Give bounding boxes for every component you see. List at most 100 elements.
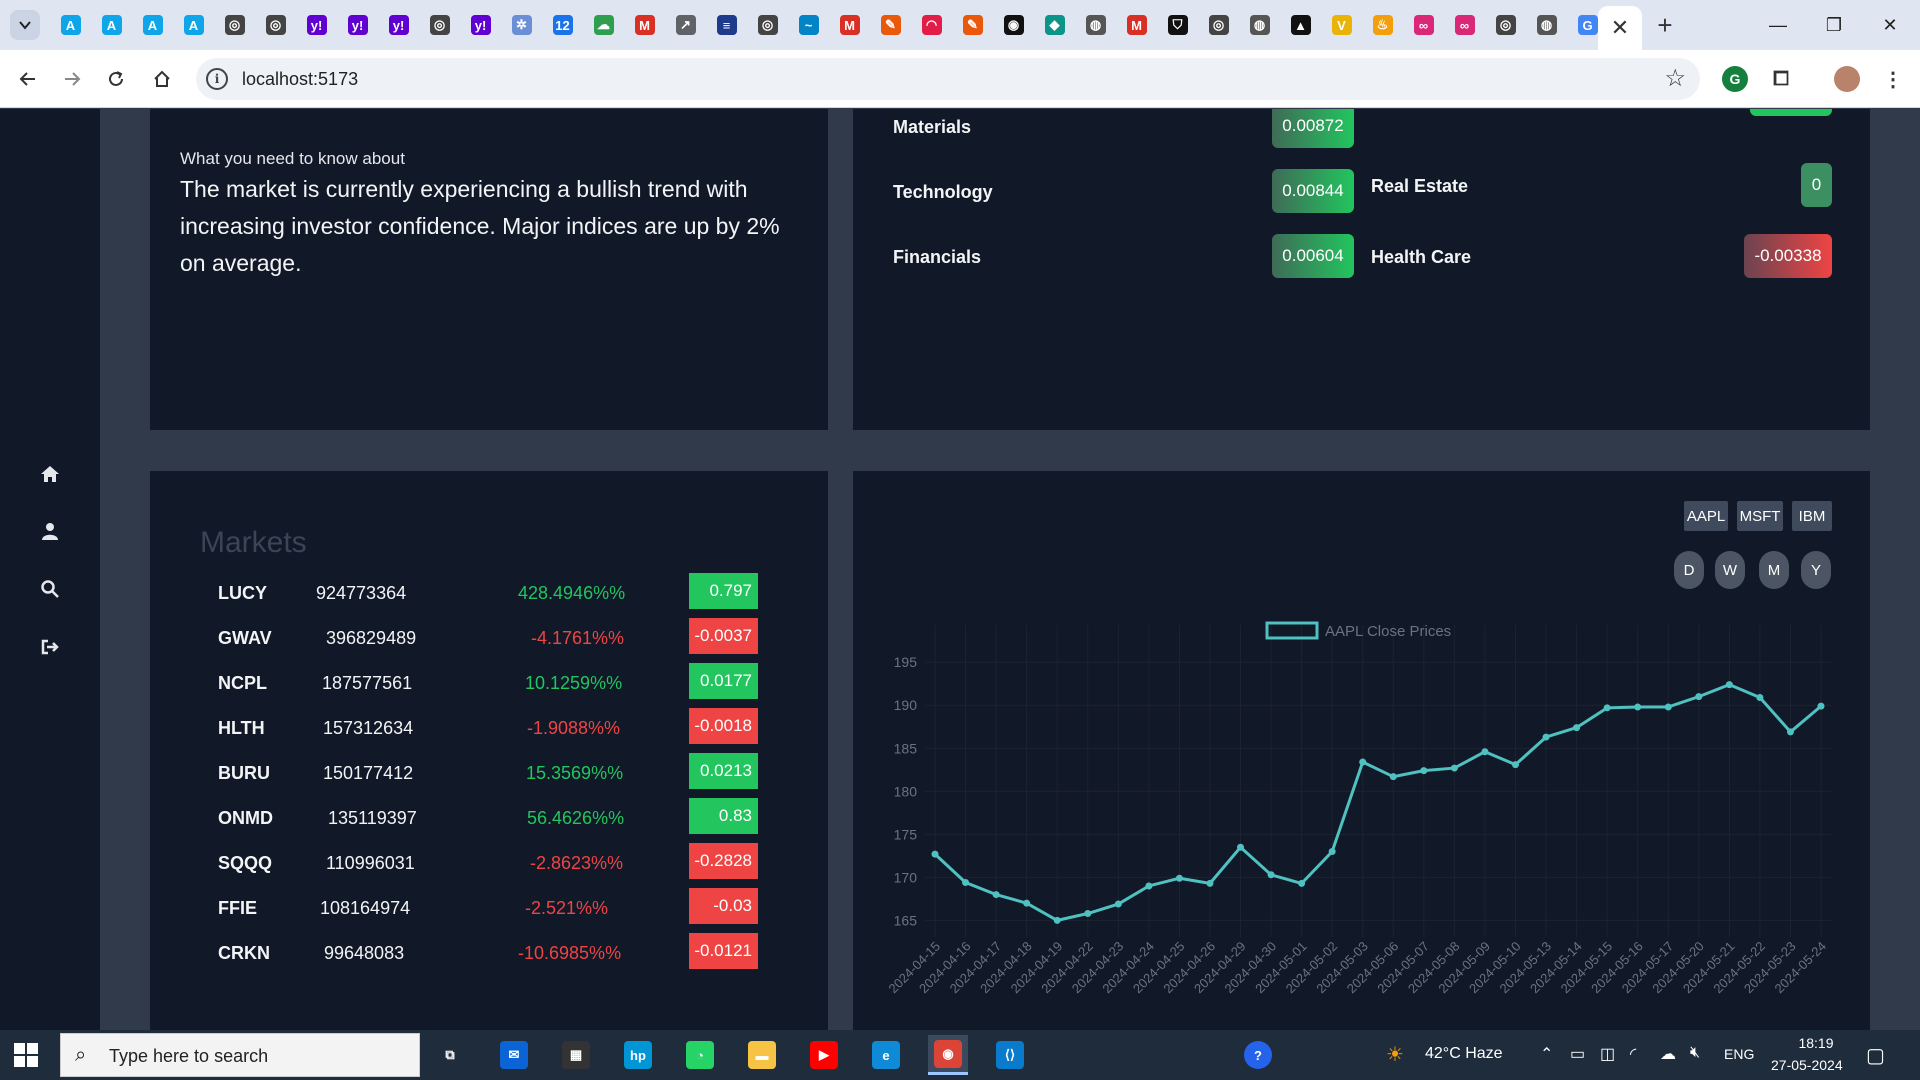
tab-34[interactable]: ∞ bbox=[1444, 0, 1485, 50]
youtube-taskbar-button[interactable]: ▶ bbox=[804, 1035, 844, 1075]
tab-favicon-yahoo1-icon: y! bbox=[306, 15, 327, 35]
mail-taskbar-button[interactable]: ✉ bbox=[494, 1035, 534, 1075]
tab-28[interactable]: ◎ bbox=[1198, 0, 1239, 50]
tab-23[interactable]: ◉ bbox=[993, 0, 1034, 50]
restore-button[interactable]: ❐ bbox=[1806, 0, 1862, 50]
store-taskbar-button[interactable]: ▦ bbox=[556, 1035, 596, 1075]
weather-text[interactable]: 42°C Haze bbox=[1425, 1045, 1503, 1063]
market-row[interactable]: LUCY 924773364 428.4946%% 0.797 bbox=[150, 573, 828, 613]
reload-button[interactable] bbox=[100, 63, 132, 95]
myhp-taskbar-button[interactable]: hp bbox=[618, 1035, 658, 1075]
clock-time[interactable]: 18:19 bbox=[1788, 1035, 1844, 1051]
home-nav-icon[interactable] bbox=[36, 460, 64, 488]
sector-value-financials: 0.00604 bbox=[1272, 234, 1354, 278]
market-row[interactable]: BURU 150177412 15.3569%% 0.0213 bbox=[150, 753, 828, 793]
cloud-icon[interactable]: ☁ bbox=[1660, 1044, 1676, 1064]
chart-data-point bbox=[1053, 916, 1061, 924]
close-tab-icon[interactable]: ✕ bbox=[1611, 15, 1629, 41]
tab-15[interactable]: ↗ bbox=[665, 0, 706, 50]
home-button[interactable] bbox=[146, 63, 178, 95]
tab-35[interactable]: ◎ bbox=[1485, 0, 1526, 50]
tab-4[interactable]: ◎ bbox=[214, 0, 255, 50]
market-row[interactable]: HLTH 157312634 -1.9088%% -0.0018 bbox=[150, 708, 828, 748]
tab-18[interactable]: ~ bbox=[788, 0, 829, 50]
tab-favicon-flame-icon: ♨ bbox=[1372, 15, 1393, 35]
grammarly-extension-icon[interactable]: G bbox=[1722, 66, 1748, 92]
edge-taskbar-button[interactable]: e bbox=[866, 1035, 906, 1075]
close-window-button[interactable]: ✕ bbox=[1862, 0, 1918, 50]
back-button[interactable] bbox=[12, 63, 44, 95]
market-row[interactable]: CRKN 99648083 -10.6985%% -0.0121 bbox=[150, 933, 828, 973]
windows-start-icon[interactable] bbox=[14, 1043, 38, 1067]
tab-32[interactable]: ♨ bbox=[1362, 0, 1403, 50]
battery-icon[interactable]: ▭ bbox=[1570, 1044, 1585, 1064]
weather-icon[interactable]: ☀ bbox=[1386, 1042, 1404, 1067]
search-nav-icon[interactable] bbox=[36, 575, 64, 603]
market-change-badge: -0.2828 bbox=[689, 843, 758, 879]
volume-muted-icon[interactable]: 🔇︎ bbox=[1690, 1044, 1700, 1062]
tab-36[interactable]: ◍ bbox=[1526, 0, 1567, 50]
tab-21[interactable]: ◠ bbox=[911, 0, 952, 50]
tab-2[interactable]: A bbox=[132, 0, 173, 50]
tab-7[interactable]: y! bbox=[337, 0, 378, 50]
language-indicator[interactable]: ENG bbox=[1724, 1046, 1754, 1062]
user-nav-icon[interactable] bbox=[36, 517, 64, 545]
tab-19[interactable]: M bbox=[829, 0, 870, 50]
whatsapp-taskbar-button[interactable]: ◔ bbox=[680, 1035, 720, 1075]
tab-1[interactable]: A bbox=[91, 0, 132, 50]
active-tab[interactable]: ✕ bbox=[1598, 6, 1642, 50]
tab-31[interactable]: V bbox=[1321, 0, 1362, 50]
tab-13[interactable]: ☁ bbox=[583, 0, 624, 50]
meet-icon[interactable]: ◫ bbox=[1600, 1044, 1615, 1064]
tab-11[interactable]: ✲ bbox=[501, 0, 542, 50]
bookmark-star-icon[interactable]: ☆ bbox=[1664, 64, 1686, 93]
market-row[interactable]: ONMD 135119397 56.4626%% 0.83 bbox=[150, 798, 828, 838]
file-explorer-taskbar-button[interactable]: ▬ bbox=[742, 1035, 782, 1075]
extensions-puzzle-icon[interactable]: ⧠ bbox=[1768, 66, 1794, 92]
tab-27[interactable]: ⛉ bbox=[1157, 0, 1198, 50]
tab-17[interactable]: ◎ bbox=[747, 0, 788, 50]
chart-data-point bbox=[1420, 767, 1428, 775]
profile-avatar[interactable] bbox=[1834, 66, 1860, 92]
tab-0[interactable]: A bbox=[50, 0, 91, 50]
tab-9[interactable]: ◎ bbox=[419, 0, 460, 50]
minimize-button[interactable]: — bbox=[1750, 0, 1806, 50]
tab-3[interactable]: A bbox=[173, 0, 214, 50]
site-info-icon[interactable]: i bbox=[206, 68, 228, 90]
tab-33[interactable]: ∞ bbox=[1403, 0, 1444, 50]
wifi-icon[interactable]: ◜ bbox=[1630, 1044, 1636, 1064]
market-row[interactable]: FFIE 108164974 -2.521%% -0.03 bbox=[150, 888, 828, 928]
tab-10[interactable]: y! bbox=[460, 0, 501, 50]
market-row[interactable]: SQQQ 110996031 -2.8623%% -0.2828 bbox=[150, 843, 828, 883]
logout-nav-icon[interactable] bbox=[36, 633, 64, 661]
vscode-taskbar-button[interactable]: ⟨⟩ bbox=[990, 1035, 1030, 1075]
tab-16[interactable]: ≡ bbox=[706, 0, 747, 50]
chrome-taskbar-button[interactable]: ◉ bbox=[928, 1035, 968, 1075]
tab-6[interactable]: y! bbox=[296, 0, 337, 50]
tab-26[interactable]: M bbox=[1116, 0, 1157, 50]
tab-12[interactable]: 12 bbox=[542, 0, 583, 50]
forward-button[interactable] bbox=[56, 63, 88, 95]
tab-5[interactable]: ◎ bbox=[255, 0, 296, 50]
tab-8[interactable]: y! bbox=[378, 0, 419, 50]
help-icon[interactable]: ? bbox=[1238, 1035, 1278, 1075]
tab-22[interactable]: ✎ bbox=[952, 0, 993, 50]
tray-chevron-icon[interactable]: ⌃ bbox=[1540, 1044, 1553, 1064]
clock-date[interactable]: 27-05-2024 bbox=[1771, 1057, 1843, 1073]
notification-icon[interactable]: ▢ bbox=[1866, 1043, 1885, 1068]
tab-search-button[interactable] bbox=[10, 10, 40, 40]
tab-20[interactable]: ✎ bbox=[870, 0, 911, 50]
task-view-taskbar-button[interactable]: ⧉ bbox=[430, 1035, 470, 1075]
browser-menu-icon[interactable]: ⋮ bbox=[1880, 66, 1906, 92]
new-tab-button[interactable]: + bbox=[1650, 10, 1680, 40]
tab-24[interactable]: ◆ bbox=[1034, 0, 1075, 50]
tab-25[interactable]: ◍ bbox=[1075, 0, 1116, 50]
tab-29[interactable]: ◍ bbox=[1239, 0, 1280, 50]
taskbar-search[interactable]: ⌕ Type here to search bbox=[60, 1033, 420, 1077]
market-row[interactable]: NCPL 187577561 10.1259%% 0.0177 bbox=[150, 663, 828, 703]
address-bar[interactable]: i localhost:5173 ☆ bbox=[196, 58, 1700, 100]
tab-14[interactable]: M bbox=[624, 0, 665, 50]
address-url[interactable]: localhost:5173 bbox=[242, 69, 358, 90]
market-row[interactable]: GWAV 396829489 -4.1761%% -0.0037 bbox=[150, 618, 828, 658]
tab-30[interactable]: ▲ bbox=[1280, 0, 1321, 50]
